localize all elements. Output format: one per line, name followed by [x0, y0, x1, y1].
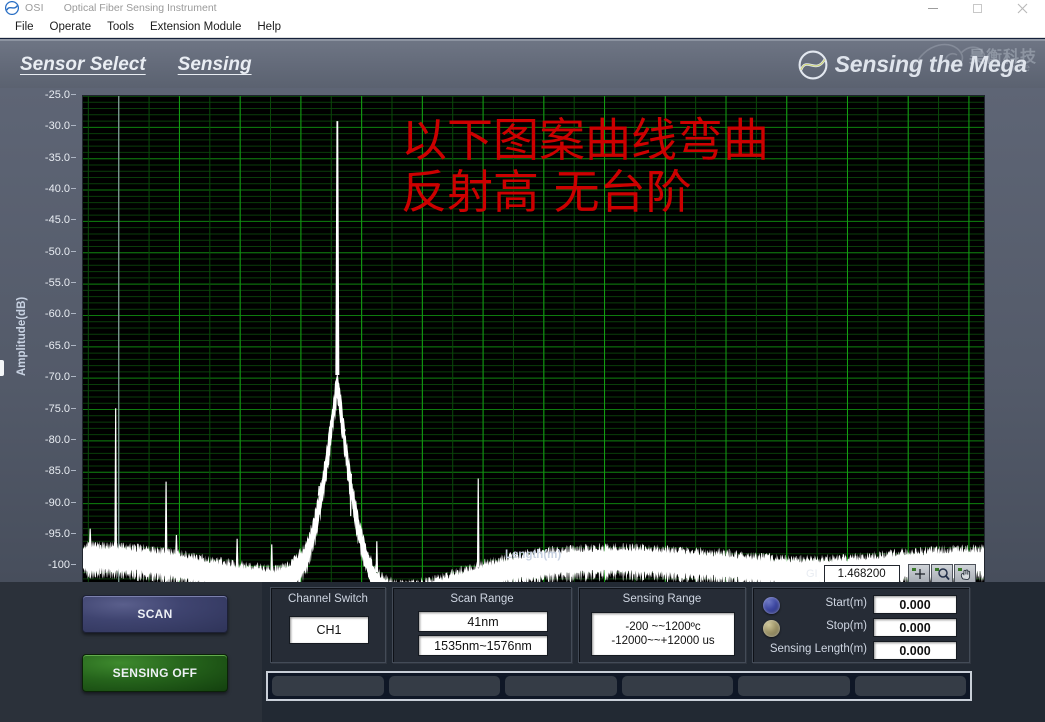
stop-marker-knob-icon[interactable]	[763, 620, 780, 637]
gi-input[interactable]: 1.468200	[824, 565, 900, 583]
y-tick-label: -85.0	[18, 466, 70, 477]
maximize-icon	[973, 4, 982, 13]
y-tick-label: -50.0	[18, 247, 70, 258]
y-tick-label: -55.0	[18, 278, 70, 289]
menu-item-help[interactable]: Help	[249, 19, 289, 35]
bottom-control-area: SCAN SENSING OFF Channel Switch CH1 Scan…	[0, 582, 1045, 722]
stop-label: Stop(m)	[787, 620, 867, 632]
zoom-tool-icon[interactable]	[931, 564, 953, 584]
sensing-toggle-button[interactable]: SENSING OFF	[82, 654, 228, 692]
status-bar	[266, 671, 972, 701]
pan-hand-tool-icon[interactable]	[954, 564, 976, 584]
sensing-length-value[interactable]: 0.000	[873, 641, 957, 660]
status-slot[interactable]	[272, 676, 384, 696]
nav-sensing[interactable]: Sensing	[178, 54, 252, 76]
scan-range-span-value[interactable]: 1535nm~1576nm	[418, 635, 548, 656]
y-tick-label: -65.0	[18, 341, 70, 352]
y-tick-label: -35.0	[18, 153, 70, 164]
maximize-button[interactable]	[955, 0, 1000, 16]
menu-item-operate[interactable]: Operate	[42, 19, 100, 35]
measurement-panel: Start(m) 0.000 Stop(m) 0.000 Sensing Len…	[752, 587, 970, 663]
y-tick-label: -25.0	[18, 90, 70, 101]
minimize-button[interactable]	[910, 0, 955, 16]
minimize-icon	[928, 8, 938, 9]
app-logo-icon	[5, 1, 19, 15]
y-tick-label: -95.0	[18, 529, 70, 540]
y-tick-label: -60.0	[18, 309, 70, 320]
sensing-length-label: Sensing Length(m)	[759, 643, 867, 655]
scan-range-panel: Scan Range 41nm 1535nm~1576nm	[392, 587, 572, 663]
application-window: OSI Optical Fiber Sensing Instrument Fil…	[0, 0, 1045, 722]
channel-switch-value[interactable]: CH1	[289, 616, 369, 644]
menu-item-tools[interactable]: Tools	[99, 19, 142, 35]
app-name: OSI	[25, 2, 44, 14]
waveform-peak	[165, 482, 168, 554]
start-label: Start(m)	[787, 597, 867, 609]
gi-control-row: GI 1.468200	[806, 564, 976, 584]
plot-zone: Amplitude(dB) -25.0-30.0-35.0-40.0-45.0-…	[0, 88, 1045, 582]
status-slot[interactable]	[855, 676, 967, 696]
sensing-range-strain-value: -12000~~+12000 us	[611, 635, 714, 647]
menu-bar: File Operate Tools Extension Module Help	[0, 16, 1045, 38]
y-tick-label: -45.0	[18, 215, 70, 226]
waveform-peak	[114, 408, 117, 548]
sensing-range-values[interactable]: -200 ~~1200ºc -12000~~+12000 us	[591, 612, 735, 656]
start-value[interactable]: 0.000	[873, 595, 957, 614]
x-axis-label: Length(m)	[505, 549, 561, 561]
waveform-peak	[376, 541, 379, 572]
stop-value[interactable]: 0.000	[873, 618, 957, 637]
y-tick-label: -30.0	[18, 121, 70, 132]
title-bar: OSI Optical Fiber Sensing Instrument	[0, 0, 1045, 16]
cursor-crosshair-tool-icon[interactable]	[908, 564, 930, 584]
action-button-panel: SCAN SENSING OFF	[0, 582, 262, 722]
scan-range-title: Scan Range	[393, 593, 571, 605]
channel-switch-title: Channel Switch	[271, 593, 385, 605]
close-icon	[1017, 3, 1028, 14]
menu-item-extension-module[interactable]: Extension Module	[142, 19, 249, 35]
waveform-peak	[477, 479, 480, 568]
sensing-range-title: Sensing Range	[579, 593, 745, 605]
menu-item-file[interactable]: File	[7, 19, 42, 35]
channel-switch-panel: Channel Switch CH1	[270, 587, 386, 663]
plot-tool-group	[908, 564, 976, 584]
sensing-range-panel: Sensing Range -200 ~~1200ºc -12000~~+120…	[578, 587, 746, 663]
y-tick-label: -90.0	[18, 498, 70, 509]
start-marker-knob-icon[interactable]	[763, 597, 780, 614]
waveform-peak	[89, 529, 92, 548]
sensing-range-temp-value: -200 ~~1200ºc	[625, 621, 700, 633]
gi-label: GI	[806, 568, 818, 580]
nav-sensor-select[interactable]: Sensor Select	[20, 54, 146, 76]
window-controls	[910, 0, 1045, 16]
window-title: Optical Fiber Sensing Instrument	[64, 2, 217, 14]
status-slot[interactable]	[505, 676, 617, 696]
close-button[interactable]	[1000, 0, 1045, 16]
status-slot[interactable]	[738, 676, 850, 696]
y-tick-label: -70.0	[18, 372, 70, 383]
brand-logo: Sensing the Mega	[798, 50, 1027, 80]
status-slot[interactable]	[389, 676, 501, 696]
brand-text: Sensing the Mega	[835, 51, 1027, 78]
y-tick-label: -100	[18, 560, 70, 571]
scan-range-width-value[interactable]: 41nm	[418, 611, 548, 632]
status-slot[interactable]	[622, 676, 734, 696]
waveform-peak	[175, 535, 178, 555]
scan-button[interactable]: SCAN	[82, 595, 228, 633]
y-tick-label: -80.0	[18, 435, 70, 446]
waveform-peak	[236, 539, 239, 567]
brand-swirl-icon	[798, 50, 828, 80]
y-tick-label: -75.0	[18, 404, 70, 415]
y-tick-label: -40.0	[18, 184, 70, 195]
app-header: Sensor Select Sensing 昊衡科技 nse Sensing t…	[0, 39, 1045, 88]
